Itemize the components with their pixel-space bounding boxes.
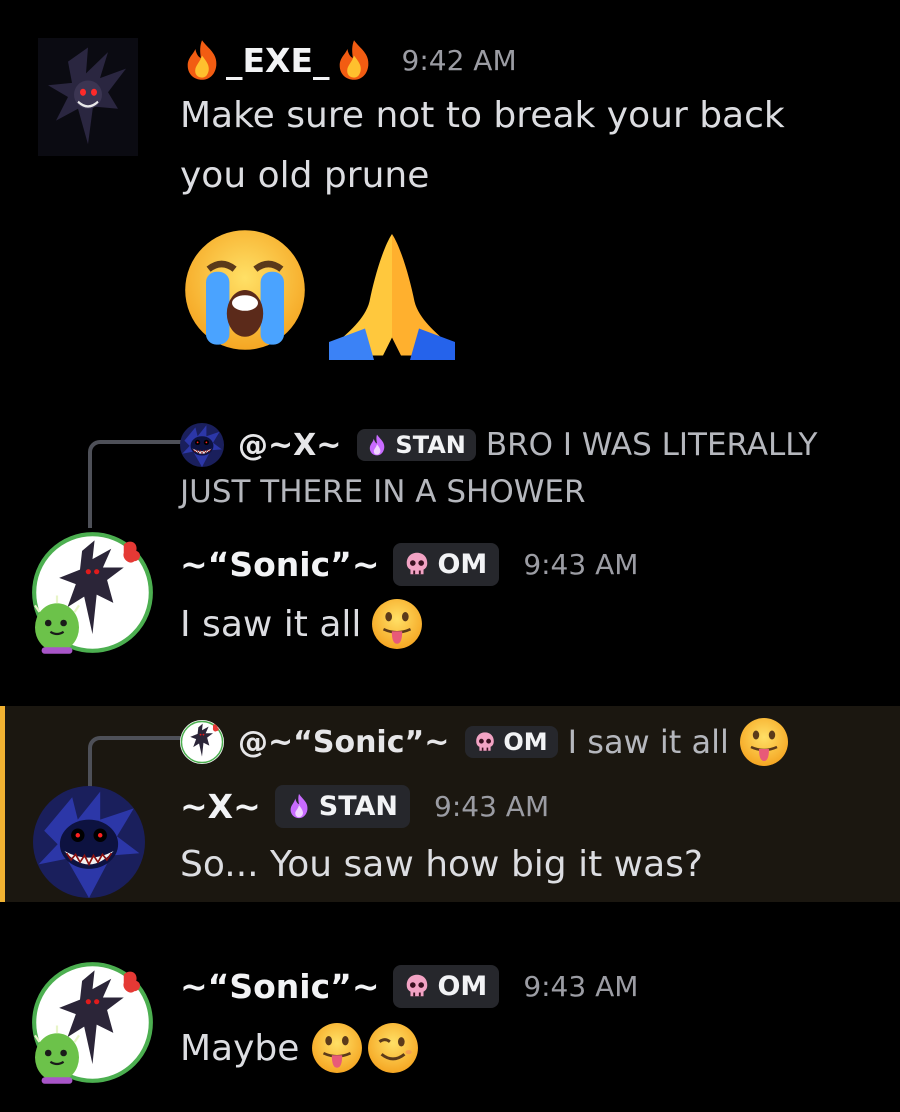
role-tag: STAN bbox=[357, 429, 476, 461]
avatar[interactable] bbox=[33, 786, 145, 898]
role-tag: OM bbox=[393, 964, 500, 1008]
message-text: I saw it all bbox=[180, 603, 362, 645]
fire-icon bbox=[332, 38, 376, 82]
avatar[interactable] bbox=[30, 530, 155, 655]
reply-avatar bbox=[180, 720, 224, 764]
skull-icon bbox=[403, 550, 431, 578]
winking-face-icon bbox=[367, 1022, 419, 1074]
loudly-crying-face-icon bbox=[185, 230, 305, 350]
reply-author[interactable]: @~X~ bbox=[238, 428, 341, 463]
message-line: Make sure not to break your back bbox=[180, 95, 785, 136]
author-name[interactable]: ~X~ bbox=[180, 787, 261, 826]
tongue-out-face-icon bbox=[311, 1022, 363, 1074]
message-2: @~X~ STAN BRO I WAS LITERALLY JUST THERE… bbox=[0, 400, 900, 700]
avatar[interactable] bbox=[30, 960, 155, 1085]
reply-text: BRO I WAS LITERALLY bbox=[485, 427, 818, 463]
reply-preview[interactable]: @~“Sonic”~ OM I saw it all bbox=[180, 716, 789, 768]
folded-hands-icon bbox=[329, 234, 455, 360]
message-1: _EXE_ 9:42 AM Make sure not to break you… bbox=[0, 0, 900, 380]
big-emoji-row bbox=[180, 225, 462, 360]
message-3: @~“Sonic”~ OM I saw it all ~X~ STAN 9:43… bbox=[0, 706, 900, 902]
message-header: _EXE_ 9:42 AM bbox=[180, 30, 517, 90]
author-name[interactable]: ~“Sonic”~ bbox=[180, 545, 379, 584]
message-text: So... You saw how big it was? bbox=[180, 844, 704, 885]
flame-icon bbox=[285, 792, 313, 820]
tongue-out-face-icon bbox=[739, 717, 789, 767]
author-name[interactable]: ~“Sonic”~ bbox=[180, 967, 379, 1006]
reply-connector bbox=[88, 440, 182, 528]
flame-icon bbox=[365, 433, 389, 457]
skull-icon bbox=[473, 730, 497, 754]
author-name[interactable]: _EXE_ bbox=[226, 41, 330, 80]
reply-preview[interactable]: @~X~ STAN BRO I WAS LITERALLY bbox=[180, 420, 817, 470]
role-tag: STAN bbox=[274, 784, 411, 828]
reply-avatar bbox=[180, 423, 224, 467]
message-text: Maybe bbox=[180, 1027, 300, 1069]
message-line: you old prune bbox=[180, 155, 430, 196]
message-header: ~“Sonic”~ OM 9:43 AM bbox=[180, 538, 638, 590]
message-4: ~“Sonic”~ OM 9:43 AM Maybe bbox=[0, 940, 900, 1112]
reply-text-line2: JUST THERE IN A SHOWER bbox=[180, 474, 586, 510]
reply-author[interactable]: @~“Sonic”~ bbox=[238, 725, 449, 760]
reply-connector bbox=[88, 736, 182, 790]
skull-icon bbox=[403, 972, 431, 1000]
timestamp: 9:42 AM bbox=[401, 43, 517, 77]
tongue-out-face-icon bbox=[371, 598, 423, 650]
role-tag: OM bbox=[393, 542, 500, 586]
role-tag: OM bbox=[465, 726, 558, 758]
timestamp: 9:43 AM bbox=[434, 789, 550, 823]
message-content: Maybe bbox=[180, 1020, 419, 1076]
message-header: ~“Sonic”~ OM 9:43 AM bbox=[180, 960, 638, 1012]
message-header: ~X~ STAN 9:43 AM bbox=[180, 780, 549, 832]
avatar[interactable] bbox=[38, 38, 138, 156]
fire-icon bbox=[180, 38, 224, 82]
message-content: I saw it all bbox=[180, 598, 423, 650]
reply-text: I saw it all bbox=[567, 723, 729, 761]
timestamp: 9:43 AM bbox=[523, 969, 639, 1003]
timestamp: 9:43 AM bbox=[523, 547, 639, 581]
